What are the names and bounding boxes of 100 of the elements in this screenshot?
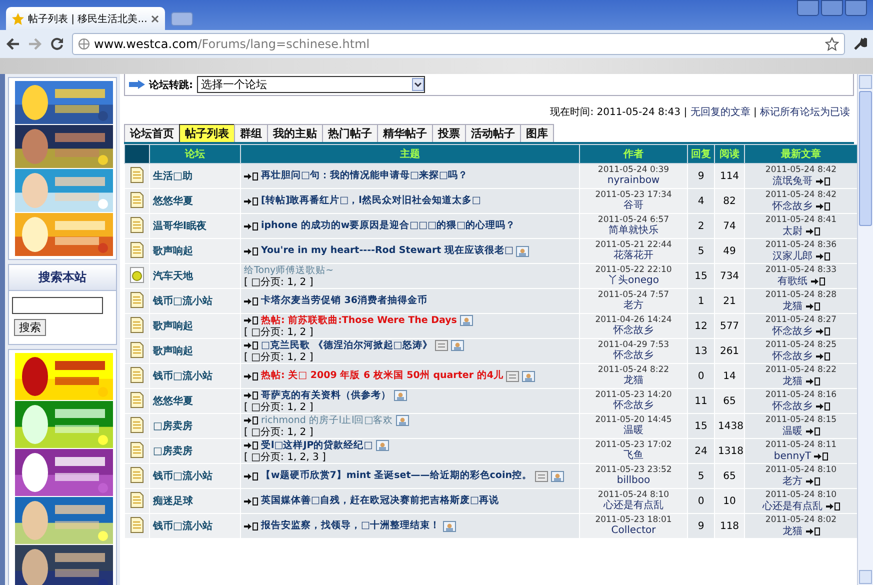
goto-icon[interactable] <box>826 502 840 511</box>
topic-link[interactable]: richmond 的房子l止l回□客欢 <box>261 414 394 426</box>
author-link[interactable]: billboo <box>583 475 684 487</box>
goto-icon[interactable] <box>244 196 258 206</box>
author-link[interactable]: 怀念故乡 <box>772 350 812 362</box>
author-link[interactable]: Collector <box>583 525 684 537</box>
forum-link[interactable]: 歌声响起 <box>153 346 193 356</box>
topic-link[interactable]: 给Tony师傅送歌贴~ <box>244 264 334 276</box>
browser-tab[interactable]: 帖子列表 | 移民生活北美... <box>6 7 166 30</box>
goto-icon[interactable] <box>244 222 258 230</box>
author-link[interactable]: 怀念故乡 <box>772 200 812 212</box>
forum-select[interactable]: 选择一个论坛 <box>197 76 425 93</box>
author-link[interactable]: 老方 <box>782 476 802 488</box>
search-field[interactable] <box>12 297 103 314</box>
goto-icon[interactable] <box>816 177 830 186</box>
author-link[interactable]: 温暖 <box>583 425 684 437</box>
author-link[interactable]: 太尉 <box>782 226 802 238</box>
goto-icon[interactable] <box>244 391 258 400</box>
search-button[interactable]: 搜索 <box>14 319 46 336</box>
goto-icon[interactable] <box>810 277 824 286</box>
goto-icon[interactable] <box>244 296 258 306</box>
author-link[interactable]: 流氓兔哥 <box>772 176 812 188</box>
author-link[interactable]: 飞鱼 <box>583 450 684 462</box>
author-link[interactable]: 有歌纸 <box>778 276 808 288</box>
author-link[interactable]: 龙猫 <box>782 526 802 538</box>
author-link[interactable]: 怀念故乡 <box>583 400 684 412</box>
back-icon[interactable] <box>6 38 20 50</box>
page-links[interactable]: [ □分页: 1, 2, 3 ] <box>244 452 576 462</box>
reload-icon[interactable] <box>50 37 64 51</box>
topic-link[interactable]: □克兰民歌 《德涅泊尔河掀起□怒涛》 <box>261 340 432 352</box>
forum-link[interactable]: 歌声响起 <box>153 246 193 256</box>
link[interactable]: 无回复的文章 <box>690 107 750 118</box>
goto-icon[interactable] <box>806 227 820 236</box>
wrench-icon[interactable] <box>853 37 867 51</box>
goto-icon[interactable] <box>244 496 258 506</box>
author-link[interactable]: 谷哥 <box>583 200 684 212</box>
minimize-button[interactable] <box>797 0 819 16</box>
author-link[interactable]: 花落花开 <box>583 250 684 262</box>
goto-icon[interactable] <box>806 302 820 311</box>
goto-icon[interactable] <box>244 441 258 450</box>
close-button[interactable] <box>845 0 867 16</box>
forum-link[interactable]: □房卖房 <box>153 446 192 456</box>
goto-icon[interactable] <box>244 316 258 325</box>
goto-icon[interactable] <box>816 327 830 336</box>
forum-link[interactable]: 悠悠华夏 <box>153 396 193 406</box>
author-link[interactable]: nyrainbow <box>583 175 684 187</box>
forum-tab[interactable]: 群组 <box>234 124 268 142</box>
page-links[interactable]: [ □分页: 1, 2 ] <box>244 352 576 362</box>
scrollbar[interactable] <box>857 74 873 585</box>
author-link[interactable]: 心还是有点乱 <box>583 500 684 512</box>
author-link[interactable]: 怀念故乡 <box>583 325 684 337</box>
goto-icon[interactable] <box>816 402 830 411</box>
author-link[interactable]: bennyT <box>774 450 812 462</box>
close-icon[interactable] <box>151 14 160 22</box>
goto-icon[interactable] <box>806 427 820 436</box>
forum-link[interactable]: □房卖房 <box>153 420 192 432</box>
forum-tab[interactable]: 帖子列表 <box>179 124 235 142</box>
goto-icon[interactable] <box>244 522 258 530</box>
star-icon[interactable] <box>825 37 839 51</box>
author-link[interactable]: 龙猫 <box>583 375 684 387</box>
forum-tab[interactable]: 投票 <box>432 124 466 142</box>
forum-tab[interactable]: 论坛首页 <box>124 124 180 142</box>
maximize-button[interactable] <box>821 0 843 16</box>
forum-link[interactable]: 生活□助 <box>153 170 192 182</box>
goto-icon[interactable] <box>816 352 830 361</box>
goto-icon[interactable] <box>244 172 258 180</box>
forum-tab[interactable]: 图库 <box>520 124 554 142</box>
author-link[interactable]: 丫头onego <box>583 275 684 287</box>
goto-icon[interactable] <box>244 372 258 380</box>
author-link[interactable]: 龙猫 <box>782 300 802 312</box>
goto-icon[interactable] <box>814 452 828 461</box>
author-link[interactable]: 怀念故乡 <box>772 326 812 338</box>
author-link[interactable]: 老方 <box>583 300 684 312</box>
goto-icon[interactable] <box>244 341 258 350</box>
author-link[interactable]: 温暖 <box>782 426 802 438</box>
author-link[interactable]: 简单就快乐 <box>583 225 684 237</box>
page-links[interactable]: [ □分页: 1, 2 ] <box>244 426 576 438</box>
topic-link[interactable]: 受l□这样JP的贷款经纪□ <box>261 440 373 452</box>
forum-link[interactable]: 歌声响起 <box>153 320 193 332</box>
page-links[interactable]: [ □分页: 1, 2 ] <box>244 402 576 412</box>
goto-icon[interactable] <box>806 477 820 486</box>
author-link[interactable]: 心还是有点乱 <box>762 500 822 512</box>
goto-icon[interactable] <box>244 246 258 256</box>
author-link[interactable]: 怀念故乡 <box>772 400 812 412</box>
topic-link[interactable]: 哥萨克的有关资料（供参考） <box>261 390 391 402</box>
forum-tab[interactable]: 精华帖子 <box>377 124 433 142</box>
author-link[interactable]: 汉家儿郎 <box>772 250 812 262</box>
goto-icon[interactable] <box>806 377 820 386</box>
author-link[interactable]: 怀念故乡 <box>583 350 684 362</box>
forum-tab[interactable]: 我的主贴 <box>267 124 323 142</box>
author-link[interactable]: 龙猫 <box>782 376 802 388</box>
address-bar[interactable]: www.westca.com/Forums/lang=schinese.html <box>72 33 845 55</box>
goto-icon[interactable] <box>244 416 258 425</box>
forum-link[interactable]: 悠悠华夏 <box>153 196 193 206</box>
goto-icon[interactable] <box>244 472 258 480</box>
page-links[interactable]: [ □分页: 1, 2 ] <box>244 276 576 288</box>
page-links[interactable]: [ □分页: 1, 2 ] <box>244 326 576 338</box>
goto-icon[interactable] <box>816 202 830 211</box>
goto-icon[interactable] <box>816 252 830 261</box>
topic-link[interactable]: 热帖: 前苏联歌曲:Those Were The Days <box>261 314 457 326</box>
